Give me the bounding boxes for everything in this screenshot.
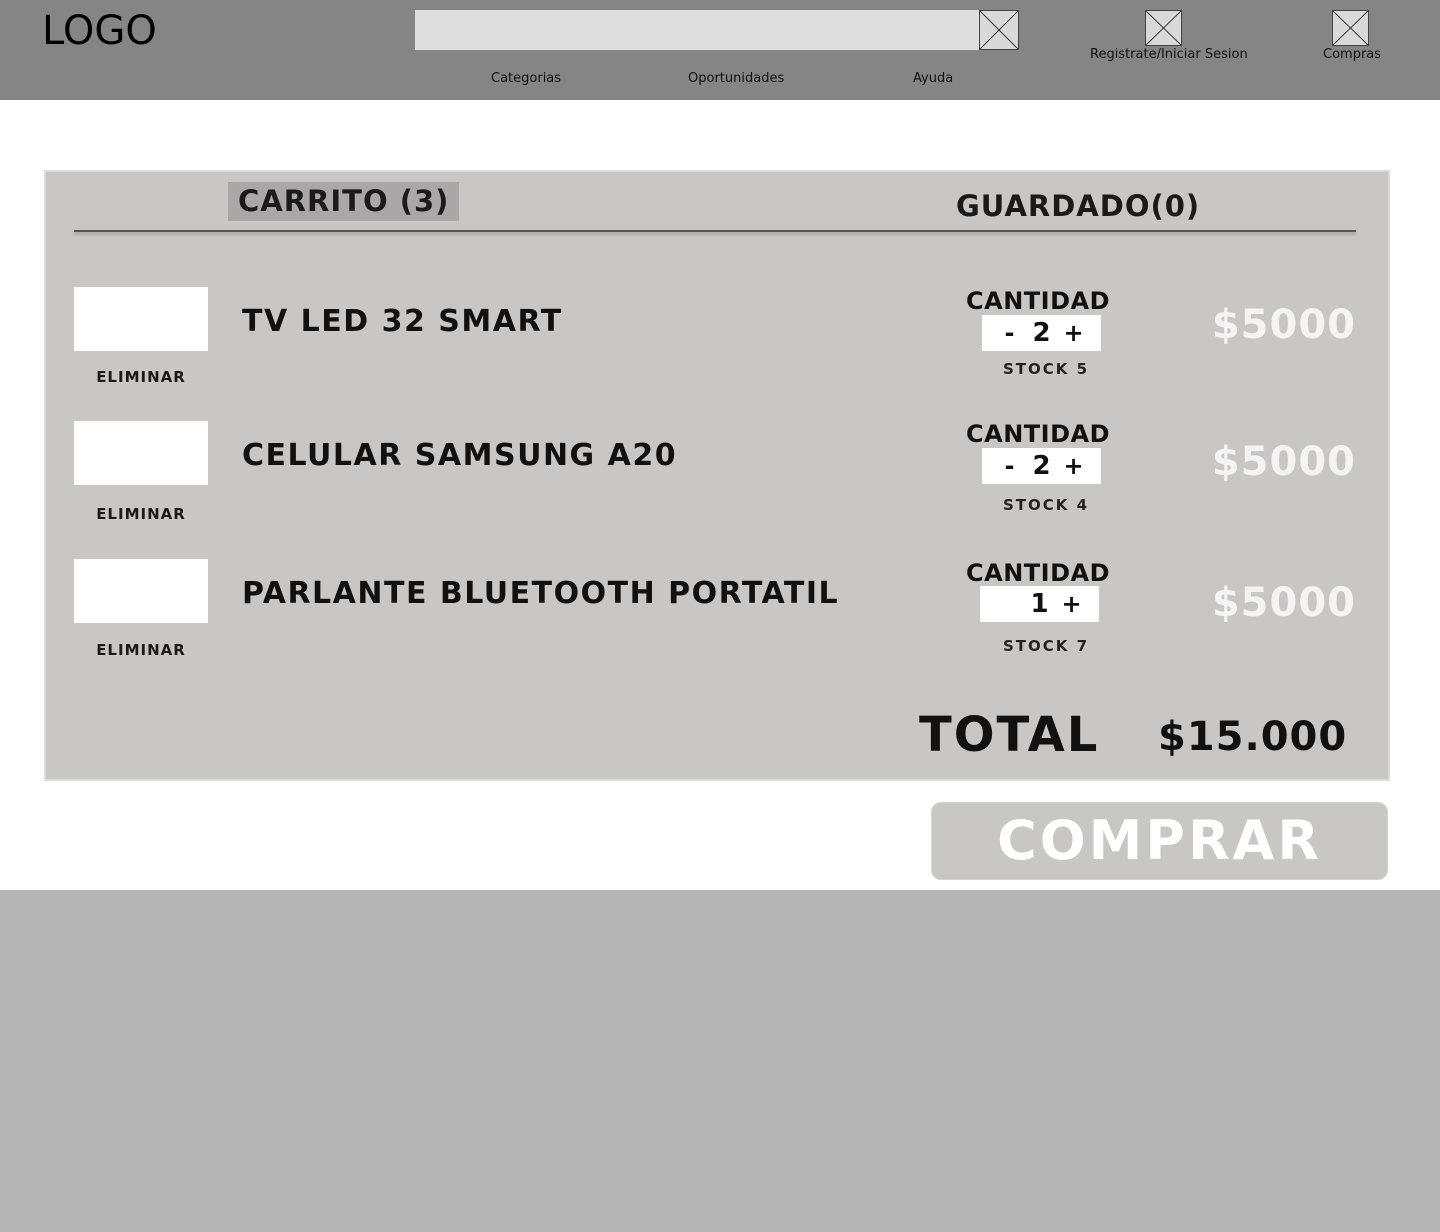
- broken-image-placeholder-icon: [1146, 11, 1181, 45]
- item-price: $5000: [1211, 439, 1356, 485]
- quantity-stepper: 1 +: [980, 586, 1099, 622]
- remove-button[interactable]: ELIMINAR: [74, 505, 208, 523]
- stock-label: STOCK 4: [1002, 496, 1090, 514]
- tab-divider: [74, 230, 1356, 232]
- cart-panel: CARRITO (3) GUARDADO(0) ELIMINAR TV LED …: [44, 170, 1390, 781]
- increment-button[interactable]: +: [1060, 319, 1088, 347]
- decrement-button[interactable]: -: [996, 319, 1024, 347]
- login-icon[interactable]: [1145, 10, 1182, 46]
- quantity-label: CANTIDAD: [966, 287, 1110, 315]
- quantity-label: CANTIDAD: [966, 559, 1110, 587]
- product-image[interactable]: [74, 421, 208, 485]
- quantity-value: 2: [1032, 318, 1051, 348]
- product-image[interactable]: [74, 287, 208, 351]
- top-header: LOGO Registrate/Iniciar Sesion Compras C…: [0, 0, 1440, 100]
- decrement-button[interactable]: -: [996, 452, 1024, 480]
- cart-item: ELIMINAR PARLANTE BLUETOOTH PORTATIL CAN…: [46, 559, 1388, 679]
- purchases-icon[interactable]: [1332, 10, 1369, 46]
- item-price: $5000: [1211, 580, 1356, 626]
- cart-item: ELIMINAR TV LED 32 SMART CANTIDAD - 2 + …: [46, 287, 1388, 407]
- remove-button[interactable]: ELIMINAR: [74, 641, 208, 659]
- increment-button[interactable]: +: [1060, 452, 1088, 480]
- increment-button[interactable]: +: [1058, 590, 1086, 618]
- total-value: $15.000: [1158, 714, 1348, 760]
- product-name[interactable]: CELULAR SAMSUNG A20: [242, 438, 677, 473]
- search-input[interactable]: [415, 10, 980, 50]
- quantity-label: CANTIDAD: [966, 420, 1110, 448]
- quantity-stepper: - 2 +: [982, 448, 1101, 484]
- nav-categories[interactable]: Categorias: [491, 71, 561, 86]
- product-image[interactable]: [74, 559, 208, 623]
- logo[interactable]: LOGO: [42, 8, 157, 54]
- search-button[interactable]: [979, 10, 1019, 50]
- purchases-link[interactable]: Compras: [1323, 47, 1381, 62]
- quantity-value: 1: [1030, 589, 1049, 619]
- item-price: $5000: [1211, 302, 1356, 348]
- tab-cart[interactable]: CARRITO (3): [228, 182, 460, 221]
- product-name[interactable]: PARLANTE BLUETOOTH PORTATIL: [242, 576, 839, 611]
- product-name[interactable]: TV LED 32 SMART: [242, 304, 563, 339]
- nav-help[interactable]: Ayuda: [913, 71, 953, 86]
- tab-saved[interactable]: GUARDADO(0): [956, 188, 1200, 224]
- quantity-stepper: - 2 +: [982, 315, 1101, 351]
- broken-image-placeholder-icon: [980, 11, 1018, 49]
- cart-item: ELIMINAR CELULAR SAMSUNG A20 CANTIDAD - …: [46, 420, 1388, 541]
- quantity-value: 2: [1032, 451, 1051, 481]
- total-label: TOTAL: [919, 707, 1100, 763]
- remove-button[interactable]: ELIMINAR: [74, 368, 208, 386]
- login-link[interactable]: Registrate/Iniciar Sesion: [1090, 47, 1248, 62]
- nav-opportunities[interactable]: Oportunidades: [688, 71, 784, 86]
- stock-label: STOCK 5: [1002, 360, 1090, 378]
- stock-label: STOCK 7: [1002, 637, 1090, 655]
- broken-image-placeholder-icon: [1333, 11, 1368, 45]
- buy-button[interactable]: COMPRAR: [931, 802, 1388, 880]
